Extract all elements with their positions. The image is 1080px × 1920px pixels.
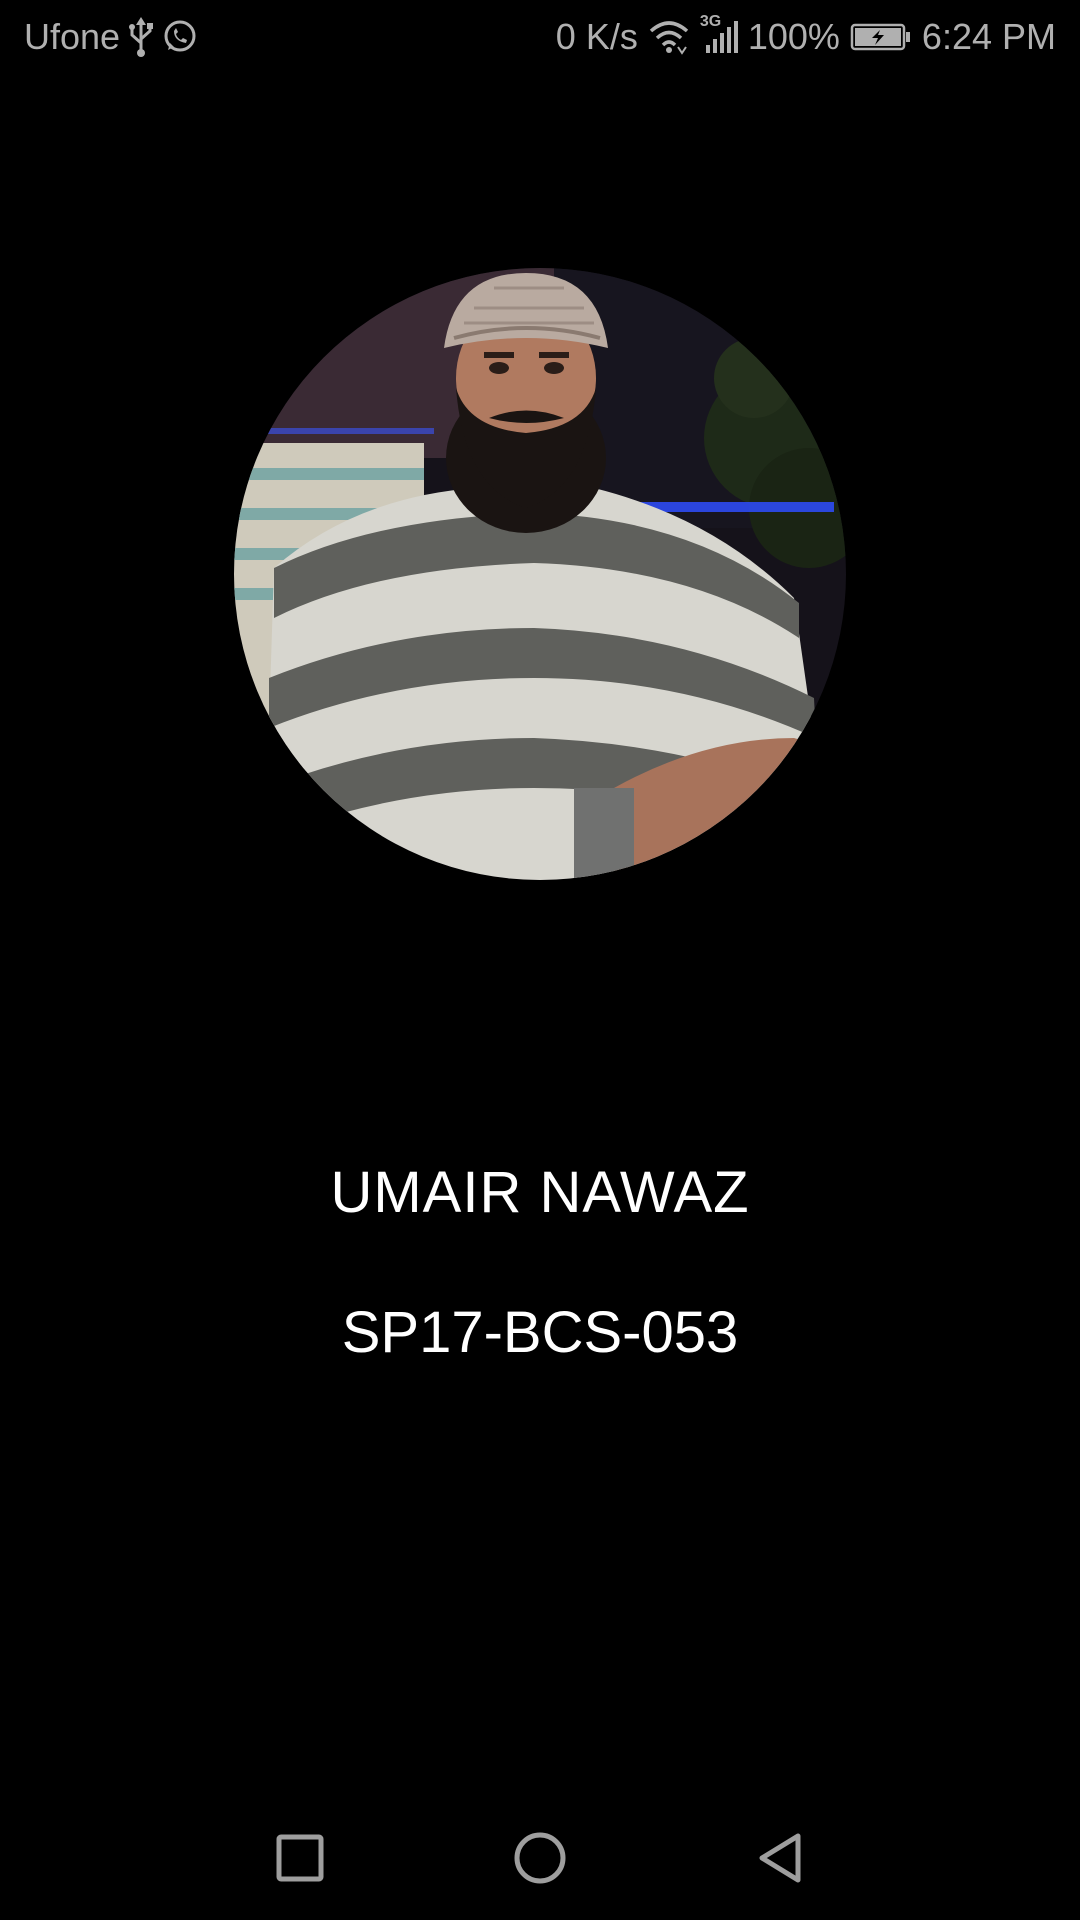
network-speed: 0 K/s [555, 16, 638, 57]
carrier-name: Ufone [24, 16, 121, 57]
wifi-icon [648, 19, 690, 55]
battery-percent: 100% [747, 16, 840, 57]
recent-apps-button[interactable] [262, 1822, 338, 1898]
home-button[interactable] [502, 1822, 578, 1898]
recent-apps-icon [276, 1834, 324, 1887]
network-type-label: 3G [699, 13, 722, 30]
status-left-group: Ufone [24, 14, 198, 60]
usb-icon [128, 17, 154, 57]
app-screen: Ufone 0 K/s 3G 100% 6:24 PM UMAIR NAWAZ … [0, 0, 1080, 1920]
battery-charging-icon [850, 22, 912, 52]
student-id: SP17-BCS-053 [341, 1300, 739, 1365]
home-icon [514, 1832, 566, 1889]
status-right-group: 0 K/s 3G 100% 6:24 PM [555, 13, 1056, 60]
whatsapp-icon [162, 19, 198, 55]
back-button[interactable] [742, 1822, 818, 1898]
profile-photo [234, 268, 846, 880]
status-bar: Ufone 0 K/s 3G 100% 6:24 PM [0, 0, 1080, 74]
signal-icon: 3G [700, 13, 738, 55]
student-name: UMAIR NAWAZ [330, 1160, 750, 1225]
back-icon [756, 1832, 804, 1889]
clock: 6:24 PM [921, 16, 1056, 57]
navigation-bar [0, 1800, 1080, 1920]
